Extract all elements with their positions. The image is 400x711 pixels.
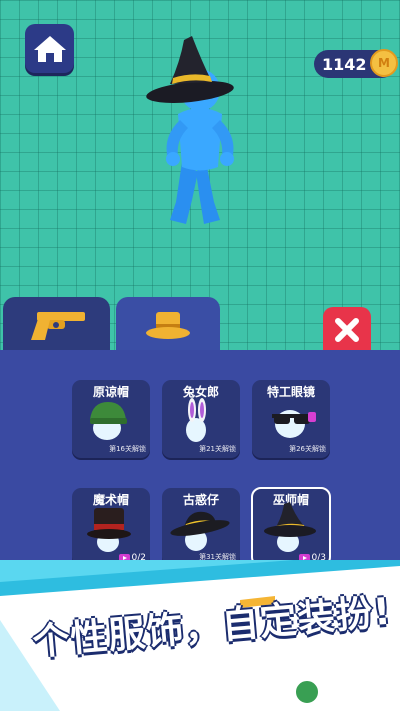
coin-amount: 1142 [322, 54, 367, 74]
close-button[interactable] [323, 307, 371, 353]
item-card[interactable]: 兔女郎 第21关解锁 [162, 380, 240, 458]
item-card[interactable]: 古惑仔 第31关解锁 [162, 488, 240, 566]
item-card-selected[interactable]: 巫师帽 0/3 [251, 487, 331, 567]
close-icon [335, 318, 359, 342]
item-card[interactable]: 特工眼镜 第26关解锁 [252, 380, 330, 458]
watermark-url: www.FXXZ.com [324, 696, 394, 705]
item-card[interactable]: 原谅帽 第16关解锁 [72, 380, 150, 458]
unlock-level: 第21关解锁 [199, 445, 236, 453]
player-character [146, 36, 234, 224]
coin-counter: 1142 M [314, 49, 398, 78]
home-button[interactable] [25, 24, 74, 73]
tab-hats[interactable] [116, 297, 220, 353]
unlock-level: 第16关解锁 [109, 445, 146, 453]
coin-icon: M [370, 49, 398, 77]
fxxz-logo-icon [294, 679, 321, 705]
watermark: 飞翔下载 www.FXXZ.com [294, 679, 394, 705]
tab-weapons[interactable] [3, 297, 110, 353]
unlock-level: 第26关解锁 [289, 445, 326, 453]
revolver-icon [30, 312, 85, 340]
home-icon [33, 35, 66, 62]
hat-icon [146, 312, 190, 339]
watermark-brand: 飞翔下载 [324, 681, 373, 695]
item-card[interactable]: 魔术帽 0/2 [72, 488, 150, 566]
